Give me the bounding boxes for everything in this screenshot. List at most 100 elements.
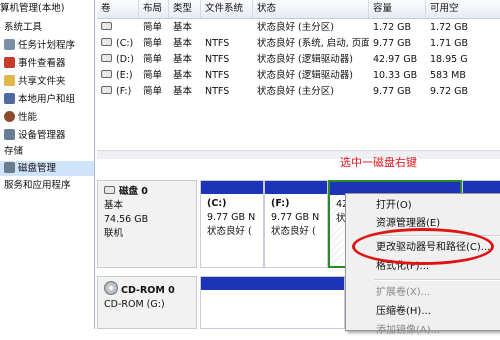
table-row[interactable]: (C:) 简单 基本 NTFS 状态良好 (系统, 启动, 页面... 9.77… [97, 36, 500, 52]
column-header-layout[interactable]: 布局 [139, 0, 169, 18]
disk-0-label[interactable]: 磁盘 0 基本 74.56 GB 联机 [97, 180, 197, 268]
disk-management-icon [4, 162, 15, 173]
free-cell: 18.95 G [430, 54, 468, 65]
status-cell: 状态良好 (主分区) [257, 86, 334, 97]
column-header-filesystem[interactable]: 文件系统 [201, 0, 253, 18]
table-row[interactable]: (E:) 简单 基本 NTFS 状态良好 (逻辑驱动器) 10.33 GB 58… [97, 68, 500, 84]
table-row[interactable]: (F:) 简单 基本 NTFS 状态良好 (主分区) 9.77 GB 9.72 … [97, 84, 500, 100]
capacity-cell: 10.33 GB [373, 70, 418, 81]
disk-type: 基本 [104, 200, 124, 211]
volume-name: (D:) [116, 54, 134, 65]
type-cell: 基本 [173, 54, 193, 65]
layout-cell: 简单 [143, 70, 163, 81]
column-headers: 卷 布局 类型 文件系统 状态 容量 可用空 [97, 0, 500, 19]
disk-size: 74.56 GB [104, 214, 149, 225]
layout-cell: 简单 [143, 22, 163, 33]
partition-bar [201, 181, 263, 194]
tree-item-event-viewer[interactable]: 事件查看器 [4, 56, 66, 71]
table-row[interactable]: 简单 基本 状态良好 (主分区) 1.72 GB 1.72 GB [97, 20, 500, 36]
partition-status: 状态良好 ( [207, 226, 252, 237]
volume-icon [101, 22, 112, 30]
tree-item-task-scheduler[interactable]: 任务计划程序 [4, 38, 75, 53]
volume-list: 卷 布局 类型 文件系统 状态 容量 可用空 简单 基本 状态良好 (主分区) … [97, 0, 500, 150]
free-cell: 9.72 GB [430, 86, 469, 97]
menu-item-extend-volume[interactable]: 扩展卷(X)... [346, 284, 500, 302]
volume-icon [101, 86, 112, 94]
partition-name: (F:) [271, 198, 290, 209]
highlight-ellipse [352, 228, 494, 265]
volume-icon [101, 38, 112, 46]
disk-status: 联机 [104, 228, 124, 239]
status-cell: 状态良好 (逻辑驱动器) [257, 54, 353, 65]
capacity-cell: 1.72 GB [373, 22, 412, 33]
disk-icon [104, 186, 115, 194]
column-header-volume[interactable]: 卷 [97, 0, 139, 18]
menu-separator [374, 279, 500, 281]
tree-label: 磁盘管理 [18, 163, 57, 174]
tree-item-shared-folders[interactable]: 共享文件夹 [4, 74, 66, 89]
type-cell: 基本 [173, 86, 193, 97]
column-header-capacity[interactable]: 容量 [369, 0, 426, 18]
layout-cell: 简单 [143, 54, 163, 65]
navigation-tree: 算机管理(本地) 系统工具 任务计划程序 事件查看器 共享文件夹 本地用户和组 … [0, 0, 95, 329]
tree-label: 性能 [18, 112, 38, 123]
cdrom-subtitle: CD-ROM (G:) [104, 299, 165, 310]
partition-bar [201, 277, 344, 290]
clock-icon [4, 39, 15, 50]
volume-name: (C:) [116, 38, 134, 49]
device-manager-icon [4, 129, 15, 140]
disk-title: 磁盘 0 [119, 186, 148, 197]
column-header-free[interactable]: 可用空 [426, 0, 500, 18]
layout-cell: 简单 [143, 86, 163, 97]
folder-icon [4, 75, 15, 86]
column-header-status[interactable]: 状态 [253, 0, 369, 18]
menu-item-shrink-volume[interactable]: 压缩卷(H)... [346, 303, 500, 321]
tree-item-system-tools[interactable]: 系统工具 [4, 20, 42, 35]
performance-icon [4, 111, 15, 122]
volume-name: (F:) [116, 86, 132, 97]
volume-name: (E:) [116, 70, 133, 81]
capacity-cell: 42.97 GB [373, 54, 418, 65]
tree-item-computer-management[interactable]: 算机管理(本地) [0, 1, 64, 16]
type-cell: 基本 [173, 70, 193, 81]
tree-item-disk-management[interactable]: 磁盘管理 [0, 161, 94, 176]
tree-label: 服务和应用程序 [4, 180, 71, 191]
status-cell: 状态良好 (主分区) [257, 22, 334, 33]
cdrom-title: CD-ROM 0 [121, 285, 175, 296]
horizontal-scrollbar[interactable] [97, 150, 500, 159]
partition-size: 9.77 GB N [207, 212, 256, 223]
users-icon [4, 93, 15, 104]
column-header-type[interactable]: 类型 [169, 0, 201, 18]
partition-bar [265, 181, 327, 194]
tree-label: 事件查看器 [18, 58, 66, 69]
free-cell: 1.72 GB [430, 22, 469, 33]
tree-item-local-users[interactable]: 本地用户和组 [4, 92, 75, 107]
event-viewer-icon [4, 57, 15, 68]
partition-size: 9.77 GB N [271, 212, 320, 223]
tree-label: 共享文件夹 [18, 76, 66, 87]
partition-c[interactable]: (C:) 9.77 GB N 状态良好 ( [200, 180, 264, 268]
free-cell: 1.71 GB [430, 38, 469, 49]
filesystem-cell: NTFS [205, 70, 230, 81]
free-cell: 583 MB [430, 70, 466, 81]
filesystem-cell: NTFS [205, 54, 230, 65]
partition-f[interactable]: (F:) 9.77 GB N 状态良好 ( [264, 180, 328, 268]
status-cell: 状态良好 (系统, 启动, 页面... [257, 38, 369, 49]
tree-item-device-manager[interactable]: 设备管理器 [4, 128, 66, 143]
cdrom-label[interactable]: CD-ROM 0 CD-ROM (G:) [97, 276, 197, 329]
filesystem-cell: NTFS [205, 86, 230, 97]
tree-label: 设备管理器 [18, 130, 66, 141]
cdrom-media-area[interactable] [200, 276, 345, 329]
tree-item-performance[interactable]: 性能 [4, 110, 37, 125]
annotation-hint: 选中一磁盘右键 [340, 156, 417, 169]
menu-item-open[interactable]: 打开(O) [346, 197, 500, 215]
partition-status: 状态良好 ( [271, 226, 316, 237]
layout-cell: 简单 [143, 38, 163, 49]
partition-name: (C:) [207, 198, 227, 209]
menu-item-add-mirror[interactable]: 添加镜像(A)... [346, 322, 500, 340]
filesystem-cell: NTFS [205, 38, 230, 49]
tree-label: 本地用户和组 [18, 94, 76, 105]
table-row[interactable]: (D:) 简单 基本 NTFS 状态良好 (逻辑驱动器) 42.97 GB 18… [97, 52, 500, 68]
tree-item-storage[interactable]: 存储 [4, 144, 23, 159]
tree-item-services-apps[interactable]: 服务和应用程序 [4, 178, 71, 193]
